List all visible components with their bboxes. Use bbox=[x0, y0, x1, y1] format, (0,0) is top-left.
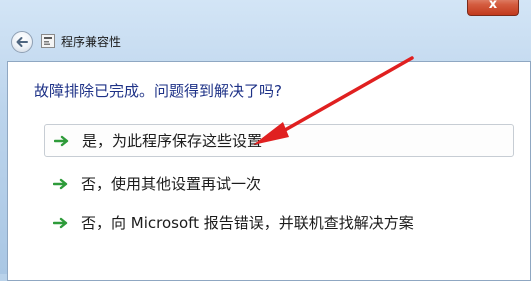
option-save-settings[interactable]: 是，为此程序保存这些设置 bbox=[44, 124, 514, 157]
option-label: 是，为此程序保存这些设置 bbox=[82, 132, 263, 150]
troubleshooter-icon bbox=[41, 34, 55, 48]
green-arrow-icon bbox=[53, 178, 68, 189]
close-label: x bbox=[488, 0, 498, 12]
green-arrow-icon bbox=[54, 135, 69, 146]
page-heading: 故障排除已完成。问题得到解决了吗? bbox=[34, 82, 282, 100]
green-arrow-icon bbox=[53, 217, 68, 228]
option-label: 否，向 Microsoft 报告错误，并联机查找解决方案 bbox=[81, 214, 414, 232]
option-report-problem[interactable]: 否，向 Microsoft 报告错误，并联机查找解决方案 bbox=[44, 206, 514, 239]
option-try-other-settings[interactable]: 否，使用其他设置再试一次 bbox=[44, 167, 514, 200]
back-arrow-icon bbox=[16, 37, 28, 47]
back-button[interactable] bbox=[11, 31, 33, 53]
option-label: 否，使用其他设置再试一次 bbox=[81, 175, 262, 193]
close-button[interactable]: x bbox=[467, 0, 519, 16]
window-title: 程序兼容性 bbox=[61, 35, 122, 49]
dialog-window: x 程序兼容性 故障排除已完成。问题得到解决了吗? 是，为此程序保存这些设置 否… bbox=[0, 0, 531, 281]
